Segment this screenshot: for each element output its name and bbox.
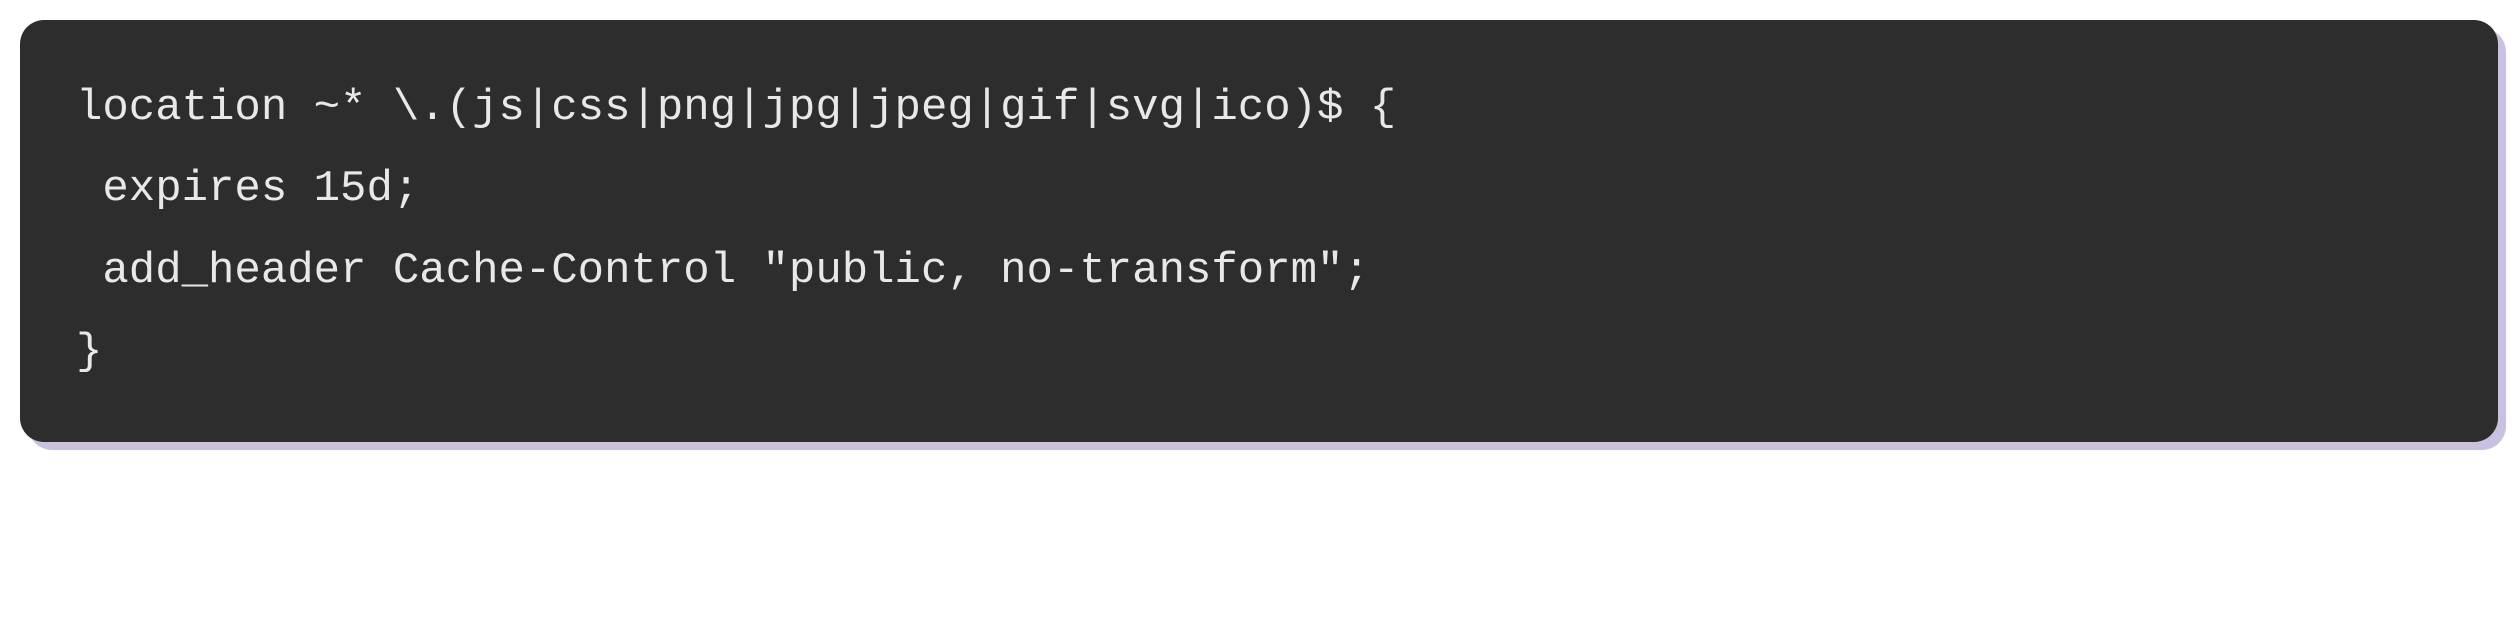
code-line-4: } <box>76 327 102 377</box>
code-line-1: location ~* \.(js|css|png|jpg|jpeg|gif|s… <box>76 83 1396 133</box>
code-content: location ~* \.(js|css|png|jpg|jpeg|gif|s… <box>76 68 2442 394</box>
code-block: location ~* \.(js|css|png|jpg|jpeg|gif|s… <box>20 20 2498 442</box>
code-line-2: expires 15d; <box>76 164 419 214</box>
code-line-3: add_header Cache-Control "public, no-tra… <box>76 246 1370 296</box>
